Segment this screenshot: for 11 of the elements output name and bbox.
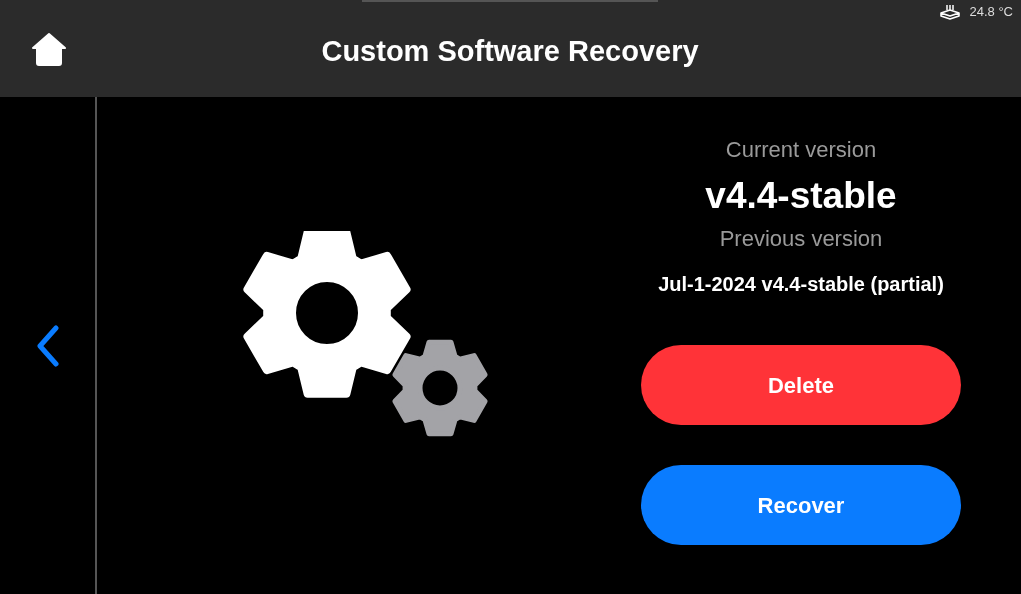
home-icon [30,31,67,66]
temperature-reading: 24.8 °C [969,3,1013,21]
recover-button[interactable]: Recover [641,465,961,545]
current-version-label: Current version [725,136,877,164]
previous-version-label: Previous version [719,225,883,253]
previous-version: Jul-1-2024 v4.4-stable (partial) [658,272,944,297]
screen-title: Custom Software Recovery [320,34,700,69]
back-chevron-icon [35,324,60,367]
current-version: v4.4-stable [705,174,897,218]
heated-bed-icon [939,3,962,20]
delete-button[interactable]: Delete [641,345,961,425]
